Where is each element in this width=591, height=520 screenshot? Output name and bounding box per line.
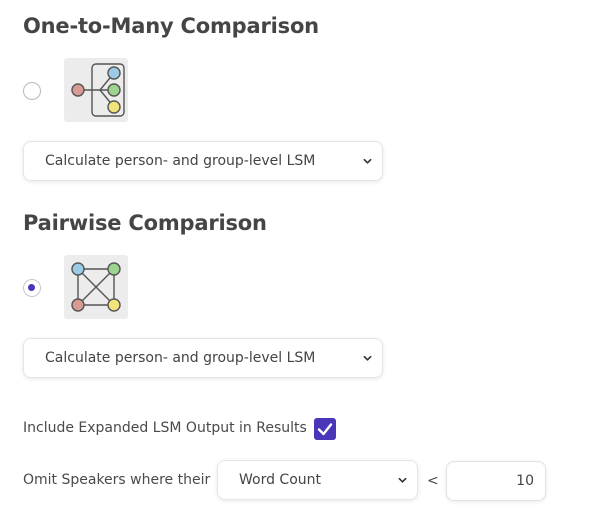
pairwise-radio[interactable] (23, 279, 41, 297)
pairwise-select-value: Calculate person- and group-level LSM (45, 350, 316, 366)
one-to-many-radio[interactable] (23, 82, 41, 100)
one-to-many-lsm-select[interactable]: Calculate person- and group-level LSM (23, 141, 383, 181)
omit-metric-value: Word Count (239, 472, 322, 488)
pairwise-lsm-select[interactable]: Calculate person- and group-level LSM (23, 338, 383, 378)
expanded-output-label: Include Expanded LSM Output in Results (23, 420, 307, 436)
one-to-many-select-value: Calculate person- and group-level LSM (45, 153, 316, 169)
chevron-down-icon (363, 158, 372, 164)
omit-threshold-input[interactable]: 10 (446, 461, 546, 501)
checkmark-icon (317, 423, 333, 436)
expanded-output-checkbox[interactable] (314, 418, 336, 440)
omit-metric-select[interactable]: Word Count (217, 460, 418, 500)
one-to-many-heading: One-to-Many Comparison (23, 14, 319, 38)
pairwise-diagram-icon (64, 255, 128, 319)
pairwise-heading: Pairwise Comparison (23, 211, 267, 235)
chevron-down-icon (363, 355, 372, 361)
chevron-down-icon (398, 477, 407, 483)
less-than-operator: < (427, 473, 439, 489)
one-to-many-diagram-icon (64, 58, 128, 122)
omit-speakers-label: Omit Speakers where their (23, 472, 211, 488)
